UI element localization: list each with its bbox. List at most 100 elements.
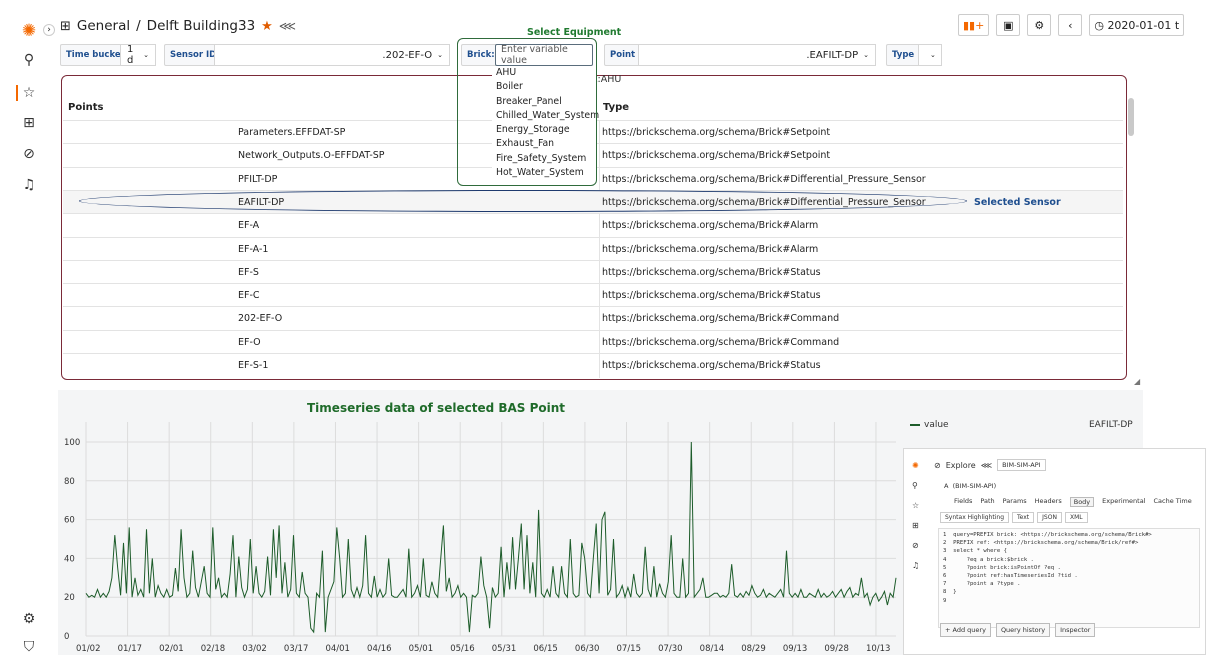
- point-cell: EF-C: [238, 290, 260, 302]
- equipment-highlight-box: [457, 38, 597, 186]
- panel-resize-handle[interactable]: ◢: [1134, 377, 1140, 386]
- sensor-id-value: .202-EF-O: [382, 49, 433, 61]
- search-icon[interactable]: ⚲: [20, 51, 38, 69]
- save-icon[interactable]: ▣: [996, 14, 1021, 36]
- dashboard-toolbar: ▮▮+ ▣ ⚙ ‹ ◷ 2020-01-01 t: [958, 14, 1185, 36]
- explore-action-button[interactable]: Inspector: [1055, 623, 1096, 637]
- share-icon[interactable]: ⋘: [981, 461, 992, 470]
- type-select[interactable]: ⌄: [918, 44, 942, 66]
- type-cell: https://brickschema.org/schema/Brick#Sta…: [602, 266, 821, 278]
- legend-label: value: [924, 420, 949, 430]
- explore-header: ⊘ Explore ⋘ BIM-SIM-API: [934, 459, 1046, 471]
- legend-series-name: EAFILT-DP: [1089, 420, 1133, 430]
- table-row[interactable]: EF-O https://brickschema.org/schema/Brick…: [63, 329, 1123, 353]
- point-cell: EF-A-1: [238, 243, 269, 255]
- alerting-bell-icon[interactable]: ♫: [20, 176, 38, 194]
- chart-title: Timeseries data of selected BAS Point: [307, 401, 566, 415]
- query-tab[interactable]: Cache Time: [1154, 497, 1192, 507]
- breadcrumb-root[interactable]: General: [77, 18, 130, 34]
- dashboard-settings-icon[interactable]: ⚙: [1027, 14, 1052, 36]
- series-line-value[interactable]: [85, 441, 897, 634]
- x-tick-label: 08/29: [741, 644, 766, 654]
- y-tick-label: 60: [64, 516, 75, 526]
- x-tick-label: 02/01: [159, 644, 184, 654]
- sidebar: ✺ › ⚲ ☆ ⊞ ⊘ ♫ ⚙ ⛉: [0, 0, 58, 655]
- x-tick-label: 09/13: [783, 644, 808, 654]
- dashboard-title-bar: ⊞ General / Delft Building33 ★ ⋘: [60, 18, 296, 34]
- explore-compass-icon: ⊘: [934, 460, 941, 470]
- y-tick-label: 80: [64, 477, 75, 487]
- table-row[interactable]: 202-EF-O https://brickschema.org/schema/B…: [63, 306, 1123, 329]
- query-tab[interactable]: Body: [1069, 497, 1095, 507]
- favorite-star-icon[interactable]: ★: [261, 19, 273, 34]
- query-code-editor[interactable]: 1 query=PREFIX brick: <https://bricksche…: [938, 528, 1200, 628]
- query-tab[interactable]: Path: [980, 497, 994, 507]
- select-equipment-annotation: Select Equipment: [527, 27, 622, 38]
- x-tick-label: 05/01: [409, 644, 434, 654]
- time-picker[interactable]: ◷ 2020-01-01 t: [1089, 14, 1185, 36]
- time-bucket-value: 1 d: [127, 44, 134, 66]
- type-cell: https://brickschema.org/schema/Brick#Com…: [602, 313, 840, 325]
- format-tab[interactable]: Syntax Highlighting: [940, 512, 1010, 523]
- settings-gear-icon[interactable]: ⚙: [20, 610, 38, 628]
- share-icon[interactable]: ⋘: [279, 19, 296, 33]
- x-tick-label: 01/02: [76, 644, 101, 654]
- starred-icon[interactable]: ☆: [20, 84, 38, 102]
- query-tab[interactable]: Fields: [954, 497, 972, 507]
- y-tick-label: 40: [64, 554, 75, 564]
- time-back-icon[interactable]: ‹: [1058, 14, 1083, 36]
- y-tick-label: 0: [64, 632, 69, 642]
- dashboard-name[interactable]: Delft Building33: [147, 18, 256, 34]
- query-tabs: Fields Path Params Headers Body Experimental C…: [954, 497, 1192, 507]
- y-tick-label: 100: [64, 438, 80, 448]
- chevron-down-icon: ⌄: [863, 51, 869, 59]
- legend-swatch: [910, 424, 920, 426]
- explore-action-button[interactable]: + Add query: [940, 623, 991, 637]
- body-format-tabs: Syntax Highlighting Text JSON XML: [940, 512, 1088, 523]
- chart-legend[interactable]: value: [910, 420, 949, 430]
- sidebar-expand-icon[interactable]: ›: [43, 24, 55, 36]
- shield-icon[interactable]: ⛉: [20, 638, 38, 655]
- format-tab[interactable]: XML: [1064, 512, 1088, 523]
- table-row[interactable]: EF-A-1 https://brickschema.org/schema/Bri…: [63, 236, 1123, 260]
- point-cell: 202-EF-O: [238, 313, 283, 325]
- points-column-header[interactable]: Points: [68, 102, 103, 113]
- table-row[interactable]: EF-A https://brickschema.org/schema/Brick…: [63, 213, 1123, 236]
- x-tick-label: 03/17: [284, 644, 309, 654]
- explore-icon[interactable]: ⊘: [20, 145, 38, 163]
- grafana-logo-icon[interactable]: ✺: [20, 21, 38, 41]
- table-scrollbar[interactable]: [1128, 98, 1134, 136]
- x-tick-label: 05/31: [492, 644, 517, 654]
- sensor-id-select[interactable]: .202-EF-O ⌄: [214, 44, 450, 66]
- x-tick-label: 04/16: [367, 644, 392, 654]
- x-tick-label: 04/01: [325, 644, 350, 654]
- type-column-header[interactable]: Type: [603, 102, 629, 113]
- starred-icon: ☆: [912, 501, 920, 510]
- selected-sensor-annotation: Selected Sensor: [974, 197, 1061, 208]
- query-tab[interactable]: Params: [1003, 497, 1027, 507]
- type-cell: https://brickschema.org/schema/Brick#Com…: [602, 336, 840, 348]
- query-row-header[interactable]: A (BIM-SIM-API): [944, 482, 996, 490]
- format-tab[interactable]: JSON: [1037, 512, 1062, 523]
- time-bucket-select[interactable]: 1 d ⌄: [120, 44, 156, 66]
- table-row[interactable]: EF-S https://brickschema.org/schema/Brick…: [63, 259, 1123, 283]
- datasource-picker[interactable]: BIM-SIM-API: [997, 459, 1046, 471]
- point-cell: PFILT-DP: [238, 173, 278, 185]
- table-row[interactable]: EF-C https://brickschema.org/schema/Brick…: [63, 283, 1123, 306]
- format-tab[interactable]: Text: [1012, 512, 1035, 523]
- point-cell: EF-A: [238, 220, 260, 232]
- explore-action-button[interactable]: Query history: [995, 623, 1051, 637]
- chevron-down-icon: ⌄: [143, 51, 149, 59]
- query-tab[interactable]: Headers: [1035, 497, 1062, 507]
- explore-icon: ⊘: [912, 541, 919, 550]
- query-tab[interactable]: Experimental: [1102, 497, 1145, 507]
- selected-row-highlight: [79, 190, 967, 212]
- table-row[interactable]: EF-S-1 https://brickschema.org/schema/Bri…: [63, 353, 1123, 376]
- type-cell: https://brickschema.org/schema/Brick#Sta…: [602, 290, 821, 302]
- point-cell: EF-O: [238, 336, 261, 348]
- timeseries-chart[interactable]: 0 20 40 60 80 100 01/02 01/17 02/01 02/18 03/02 03/…: [58, 420, 903, 655]
- dashboards-icon[interactable]: ⊞: [20, 114, 38, 132]
- point-select[interactable]: .EAFILT-DP ⌄: [638, 44, 876, 66]
- add-panel-icon[interactable]: ▮▮+: [958, 14, 990, 36]
- dashboards-icon: ⊞: [912, 521, 919, 530]
